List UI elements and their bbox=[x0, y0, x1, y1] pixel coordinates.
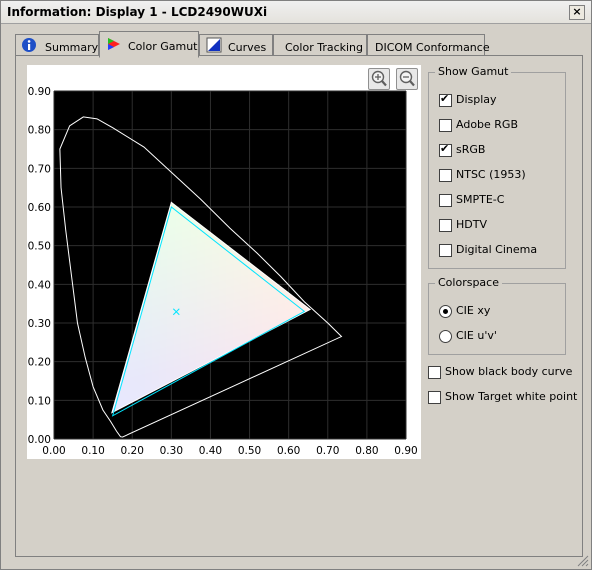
tab-dicom-conformance[interactable]: DICOM Conformance bbox=[367, 34, 490, 56]
display-checkbox[interactable] bbox=[439, 92, 452, 107]
target-white-label: Show Target white point bbox=[445, 390, 578, 403]
y-tick-label: 0.70 bbox=[28, 163, 51, 175]
display-label: Display bbox=[456, 93, 497, 106]
zoom-in-button[interactable] bbox=[368, 68, 390, 90]
y-tick-label: 0.20 bbox=[28, 357, 51, 369]
tab-color-gamut[interactable]: Color Gamut bbox=[99, 31, 199, 58]
digital-cinema-checkbox[interactable] bbox=[439, 244, 452, 257]
x-tick-label: 0.80 bbox=[355, 445, 378, 457]
zoom-out-icon bbox=[399, 70, 415, 87]
x-tick-label: 0.20 bbox=[121, 445, 144, 457]
y-tick-label: 0.50 bbox=[28, 241, 51, 253]
info-icon bbox=[22, 38, 36, 52]
x-tick-label: 0.30 bbox=[160, 445, 183, 457]
ntsc-checkbox[interactable] bbox=[439, 169, 452, 182]
hdtv-label: HDTV bbox=[456, 218, 487, 231]
target-white-checkbox[interactable] bbox=[428, 391, 441, 404]
close-icon: × bbox=[572, 5, 582, 18]
digital-cinema-label: Digital Cinema bbox=[456, 243, 538, 256]
cie-uv-radio[interactable] bbox=[439, 330, 452, 343]
zoom-out-button[interactable] bbox=[396, 68, 418, 90]
x-tick-label: 0.90 bbox=[394, 445, 417, 457]
zoom-in-icon bbox=[371, 70, 387, 87]
cie-xy-radio[interactable] bbox=[439, 305, 452, 318]
x-tick-label: 0.60 bbox=[277, 445, 300, 457]
tab-color-tracking[interactable]: Color Tracking bbox=[273, 34, 367, 56]
x-tick-label: 0.00 bbox=[42, 445, 65, 457]
smpte-c-label: SMPTE-C bbox=[456, 193, 505, 206]
y-tick-label: 0.80 bbox=[28, 125, 51, 137]
cie-xy-label: CIE xy bbox=[456, 304, 491, 317]
color-gamut-icon bbox=[108, 38, 120, 50]
y-tick-label: 0.30 bbox=[28, 318, 51, 330]
show-gamut-legend: Show Gamut bbox=[435, 65, 512, 78]
gamut-chart: 0.00 0.10 0.20 0.30 0.40 0.50 0.60 0.70 0.80 0.90… bbox=[27, 65, 421, 459]
colorspace-group: Colorspace bbox=[428, 276, 566, 355]
srgb-checkbox[interactable] bbox=[439, 142, 452, 157]
colorspace-legend: Colorspace bbox=[435, 276, 502, 289]
curves-icon bbox=[206, 37, 222, 53]
hdtv-checkbox[interactable] bbox=[439, 219, 452, 232]
black-body-checkbox[interactable] bbox=[428, 366, 441, 379]
srgb-label: sRGB bbox=[456, 143, 486, 156]
tab-summary[interactable]: Summary bbox=[15, 34, 99, 56]
smpte-c-checkbox[interactable] bbox=[439, 194, 452, 207]
tab-color-gamut-label: Color Gamut bbox=[128, 40, 198, 53]
ntsc-label: NTSC (1953) bbox=[456, 168, 526, 181]
x-tick-label: 0.70 bbox=[316, 445, 339, 457]
y-tick-label: 0.00 bbox=[28, 434, 51, 446]
adobe-rgb-label: Adobe RGB bbox=[456, 118, 519, 131]
info-window: Information: Display 1 - LCD2490WUXi × S… bbox=[0, 0, 592, 570]
close-button[interactable]: × bbox=[569, 5, 585, 20]
tab-curves[interactable]: Curves bbox=[199, 34, 273, 56]
y-tick-label: 0.10 bbox=[28, 395, 51, 407]
y-tick-label: 0.90 bbox=[28, 86, 51, 98]
window-title: Information: Display 1 - LCD2490WUXi bbox=[7, 5, 268, 19]
adobe-rgb-checkbox[interactable] bbox=[439, 119, 452, 132]
x-tick-label: 0.50 bbox=[238, 445, 261, 457]
gamut-chart-svg: 0.00 0.10 0.20 0.30 0.40 0.50 0.60 0.70 0.80 0.90… bbox=[28, 86, 418, 457]
x-tick-label: 0.10 bbox=[81, 445, 104, 457]
black-body-label: Show black body curve bbox=[445, 365, 573, 378]
x-tick-label: 0.40 bbox=[199, 445, 222, 457]
title-bar[interactable]: Information: Display 1 - LCD2490WUXi × bbox=[1, 1, 591, 24]
y-tick-label: 0.40 bbox=[28, 279, 51, 291]
y-tick-label: 0.60 bbox=[28, 202, 51, 214]
cie-uv-label: CIE u'v' bbox=[456, 329, 497, 342]
